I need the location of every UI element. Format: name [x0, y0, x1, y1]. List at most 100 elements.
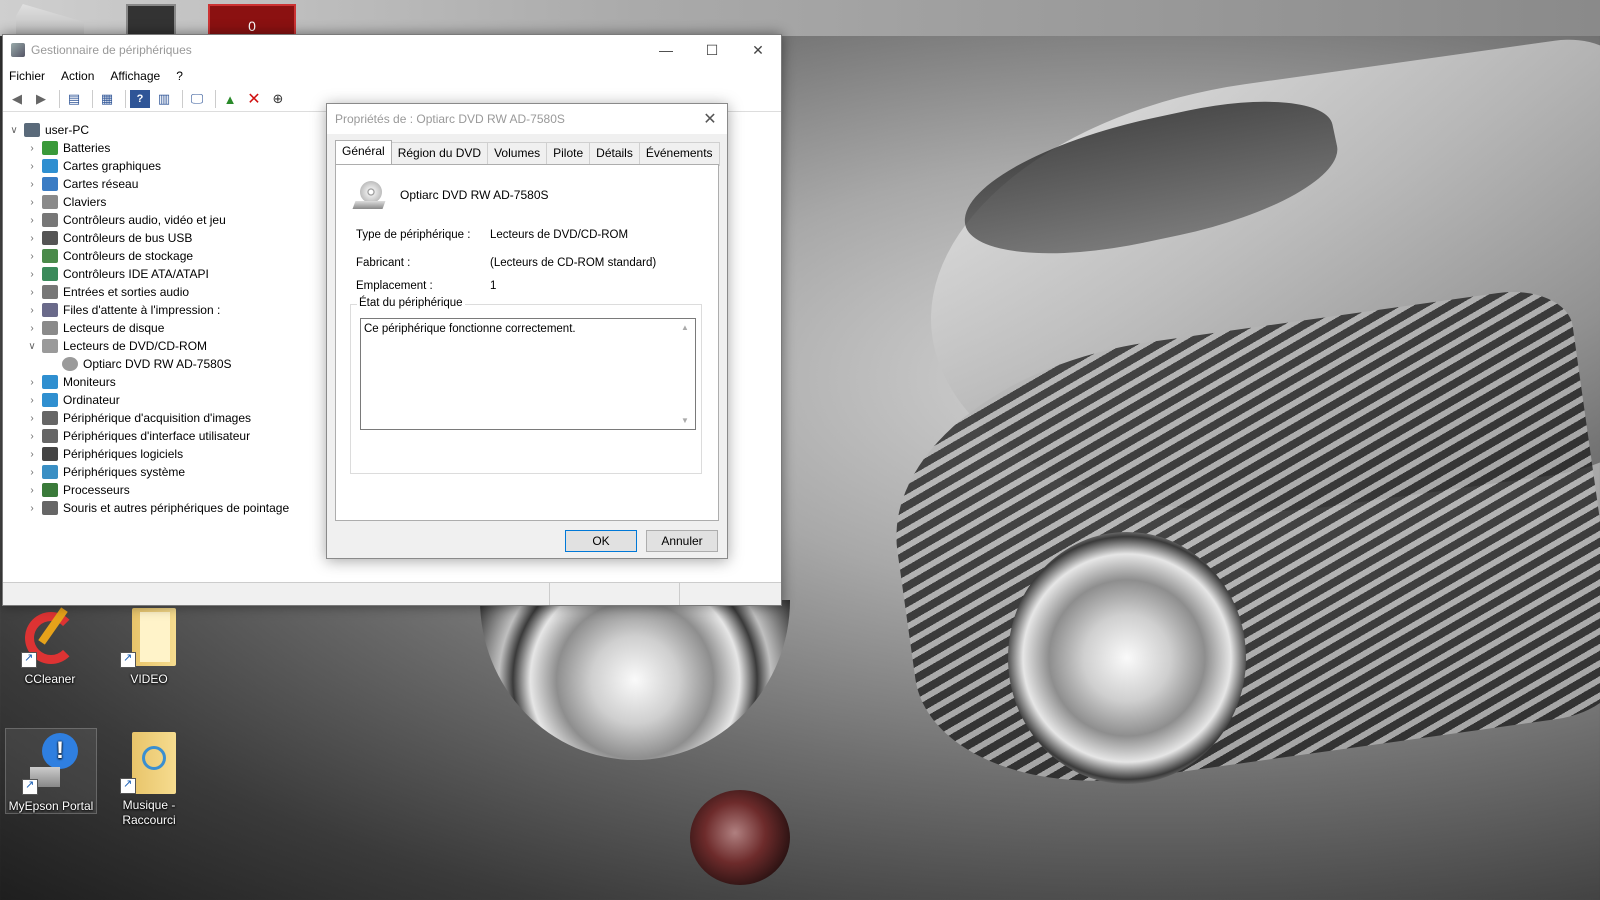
tree-category[interactable]: › Périphériques système	[3, 463, 323, 481]
desktop-icon-label: Musique - Raccourci	[122, 798, 176, 827]
tree-category[interactable]: › Cartes réseau	[3, 175, 323, 193]
view-icon[interactable]: ▥	[154, 90, 174, 108]
chevron-right-icon[interactable]: ›	[25, 503, 39, 514]
tree-category[interactable]: ∨ Lecteurs de DVD/CD-ROM	[3, 337, 323, 355]
chevron-right-icon[interactable]: ›	[25, 215, 39, 226]
tree-category-label: Contrôleurs de bus USB	[63, 231, 193, 245]
chevron-right-icon[interactable]: ›	[25, 449, 39, 460]
dialog-close-icon[interactable]: ✕	[693, 109, 727, 129]
usb-icon	[42, 231, 58, 245]
dialog-titlebar[interactable]: Propriétés de : Optiarc DVD RW AD-7580S …	[327, 104, 727, 134]
tree-category[interactable]: › Ordinateur	[3, 391, 323, 409]
chevron-right-icon[interactable]: ›	[25, 233, 39, 244]
tree-category[interactable]: › Contrôleurs audio, vidéo et jeu	[3, 211, 323, 229]
chevron-right-icon[interactable]: ›	[25, 431, 39, 442]
tree-device[interactable]: Optiarc DVD RW AD-7580S	[3, 355, 323, 373]
tree-category-label: Claviers	[63, 195, 107, 209]
chevron-right-icon[interactable]: ›	[25, 161, 39, 172]
chevron-right-icon[interactable]: ›	[25, 485, 39, 496]
tree-category[interactable]: › Lecteurs de disque	[3, 319, 323, 337]
properties-icon[interactable]: ▦	[97, 90, 117, 108]
forward-arrow-icon[interactable]: ▶	[31, 90, 51, 108]
uninstall-icon[interactable]: ✕	[244, 90, 264, 108]
desktop-icon-video[interactable]: VIDEO	[104, 606, 194, 686]
taskbar-thumbnail-2[interactable]	[126, 4, 176, 38]
tab-panel-general: Optiarc DVD RW AD-7580S Type de périphér…	[335, 164, 719, 521]
chevron-right-icon[interactable]: ›	[25, 251, 39, 262]
menu-affichage[interactable]: Affichage	[110, 69, 160, 83]
scroll-down-icon[interactable]: ▼	[681, 416, 689, 425]
wallpaper-indicator-lamp	[690, 790, 790, 885]
tree-category[interactable]: › Moniteurs	[3, 373, 323, 391]
minimize-button[interactable]: —	[643, 35, 689, 65]
menu-fichier[interactable]: Fichier	[9, 69, 45, 83]
system-device-icon	[42, 465, 58, 479]
tab-volumes[interactable]: Volumes	[487, 142, 548, 166]
scroll-up-icon[interactable]: ▲	[681, 323, 689, 332]
close-button[interactable]: ✕	[735, 35, 781, 65]
menu-action[interactable]: Action	[61, 69, 94, 83]
scan-hardware-icon[interactable]: 🖵	[187, 90, 207, 108]
chevron-right-icon[interactable]: ›	[25, 143, 39, 154]
tab-general[interactable]: Général	[335, 140, 392, 164]
tree-category[interactable]: › Contrôleurs de bus USB	[3, 229, 323, 247]
cancel-button[interactable]: Annuler	[646, 530, 718, 552]
network-adapter-icon	[42, 177, 58, 191]
chevron-right-icon[interactable]: ›	[25, 377, 39, 388]
tree-category[interactable]: › Souris et autres périphériques de point…	[3, 499, 323, 517]
tree-category[interactable]: › Processeurs	[3, 481, 323, 499]
tree-category[interactable]: › Périphériques d'interface utilisateur	[3, 427, 323, 445]
ok-button[interactable]: OK	[565, 530, 637, 552]
tree-root[interactable]: ∨ user-PC	[3, 121, 323, 139]
chevron-right-icon[interactable]: ›	[25, 305, 39, 316]
tab-region-dvd[interactable]: Région du DVD	[390, 142, 489, 166]
device-status-textbox[interactable]: Ce périphérique fonctionne correctement.…	[360, 318, 696, 430]
device-manager-titlebar[interactable]: Gestionnaire de périphériques — ☐ ✕	[3, 35, 781, 65]
tree-category[interactable]: › Claviers	[3, 193, 323, 211]
menu-help[interactable]: ?	[176, 69, 183, 83]
update-driver-icon[interactable]: ▲	[220, 90, 240, 108]
desktop-icon-myepson[interactable]: ! MyEpson Portal	[5, 728, 97, 814]
show-hide-tree-icon[interactable]: ▤	[64, 90, 84, 108]
tree-category[interactable]: › Entrées et sorties audio	[3, 283, 323, 301]
chevron-right-icon[interactable]: ›	[25, 395, 39, 406]
tree-category[interactable]: › Batteries	[3, 139, 323, 157]
display-adapter-icon	[42, 159, 58, 173]
help-icon[interactable]: ?	[130, 90, 150, 108]
chevron-right-icon[interactable]: ›	[25, 287, 39, 298]
desktop-icon-label: VIDEO	[130, 672, 168, 686]
desktop-icon-label: CCleaner	[24, 672, 76, 686]
desktop-icon-musique[interactable]: Musique - Raccourci	[104, 732, 194, 828]
tree-category[interactable]: › Cartes graphiques	[3, 157, 323, 175]
tree-category-label: Cartes réseau	[63, 177, 139, 191]
chevron-right-icon[interactable]: ›	[25, 323, 39, 334]
tab-details[interactable]: Détails	[589, 142, 640, 166]
chevron-right-icon[interactable]: ›	[25, 413, 39, 424]
tree-category[interactable]: › Contrôleurs IDE ATA/ATAPI	[3, 265, 323, 283]
tree-category-label: Contrôleurs IDE ATA/ATAPI	[63, 267, 209, 281]
chevron-down-icon[interactable]: ∨	[7, 125, 21, 136]
tab-pilote[interactable]: Pilote	[546, 142, 591, 166]
tab-evenements[interactable]: Événements	[638, 142, 720, 166]
back-arrow-icon[interactable]: ◀	[7, 90, 27, 108]
tree-category[interactable]: › Périphérique d'acquisition d'images	[3, 409, 323, 427]
chevron-down-icon[interactable]: ∨	[25, 341, 39, 352]
chevron-right-icon[interactable]: ›	[25, 269, 39, 280]
tree-category[interactable]: › Périphériques logiciels	[3, 445, 323, 463]
status-scrollbar[interactable]: ▲ ▼	[678, 319, 695, 429]
chevron-right-icon[interactable]: ›	[25, 179, 39, 190]
prop-manufacturer-label: Fabricant :	[356, 257, 411, 269]
chevron-right-icon[interactable]: ›	[25, 467, 39, 478]
taskbar-thumbnail-3[interactable]: 0	[208, 4, 296, 38]
tree-category-label: Moniteurs	[63, 375, 116, 389]
window-title: Gestionnaire de périphériques	[31, 43, 192, 57]
tree-category[interactable]: › Contrôleurs de stockage	[3, 247, 323, 265]
wallpaper-headlight-right	[1008, 532, 1246, 784]
status-bar	[3, 582, 781, 605]
download-icon[interactable]: ⊕	[268, 90, 288, 108]
chevron-right-icon[interactable]: ›	[25, 197, 39, 208]
device-name: Optiarc DVD RW AD-7580S	[400, 188, 549, 202]
maximize-button[interactable]: ☐	[689, 35, 735, 65]
tree-category[interactable]: › Files d'attente à l'impression :	[3, 301, 323, 319]
desktop-icon-ccleaner[interactable]: CCleaner	[5, 606, 95, 686]
